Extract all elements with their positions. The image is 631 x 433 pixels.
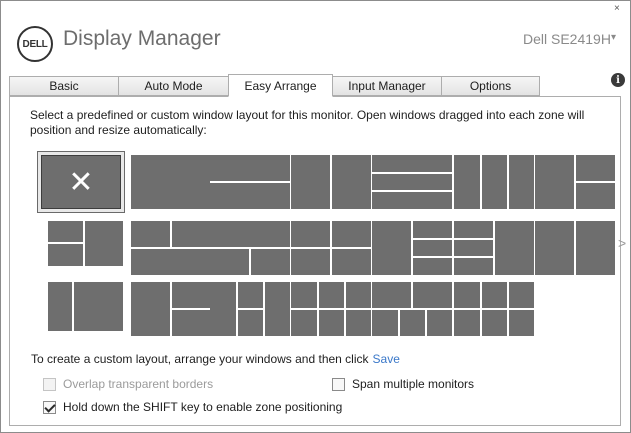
custom-layout-prompt: To create a custom layout, arrange your … xyxy=(31,352,400,366)
layout-option[interactable] xyxy=(210,155,290,209)
layout-option[interactable] xyxy=(372,155,452,209)
info-icon[interactable]: i xyxy=(611,73,625,87)
close-icon[interactable]: × xyxy=(614,3,620,14)
layout-option[interactable] xyxy=(291,155,371,209)
shift-zone-label[interactable]: Hold down the SHIFT key to enable zone p… xyxy=(63,400,342,414)
layout-option[interactable] xyxy=(291,282,371,336)
tab-basic[interactable]: Basic xyxy=(9,76,119,96)
title-bar: DELL Display Manager Dell SE2419H ▾ × xyxy=(1,1,630,69)
overlap-borders-checkbox xyxy=(43,377,56,391)
layout-option[interactable] xyxy=(454,221,534,275)
shift-zone-checkbox[interactable] xyxy=(43,400,56,414)
tab-auto-mode[interactable]: Auto Mode xyxy=(118,76,229,96)
layout-option[interactable] xyxy=(372,221,452,275)
tab-input-manager[interactable]: Input Manager xyxy=(332,76,442,96)
monitor-selector[interactable]: Dell SE2419H xyxy=(523,31,611,47)
layout-option[interactable] xyxy=(210,221,290,275)
display-manager-window: DELL Display Manager Dell SE2419H ▾ × Ba… xyxy=(0,0,631,433)
next-page-arrow-icon[interactable]: > xyxy=(618,235,626,251)
layout-option[interactable] xyxy=(210,282,290,336)
tab-bar: Basic Auto Mode Easy Arrange Input Manag… xyxy=(9,74,621,97)
layout-option[interactable] xyxy=(372,282,452,336)
layout-option[interactable]: ✕ xyxy=(41,155,121,209)
span-monitors-label[interactable]: Span multiple monitors xyxy=(352,377,474,391)
custom-layout-text: To create a custom layout, arrange your … xyxy=(31,352,369,366)
tab-options[interactable]: Options xyxy=(441,76,540,96)
layout-option[interactable] xyxy=(535,221,615,275)
layout-option[interactable] xyxy=(454,282,534,336)
dell-logo: DELL xyxy=(17,26,53,62)
layout-option[interactable] xyxy=(535,155,615,209)
layout-option[interactable] xyxy=(48,282,123,331)
span-monitors-option[interactable]: Span multiple monitors xyxy=(332,377,474,391)
shift-zone-option[interactable]: Hold down the SHIFT key to enable zone p… xyxy=(43,400,342,414)
app-title: Display Manager xyxy=(63,27,221,50)
layout-option[interactable] xyxy=(48,221,123,266)
instructions-text: Select a predefined or custom window lay… xyxy=(30,108,585,137)
layout-option[interactable] xyxy=(131,282,211,336)
close-icon: ✕ xyxy=(68,165,94,199)
overlap-borders-option: Overlap transparent borders xyxy=(43,377,213,391)
tab-easy-arrange[interactable]: Easy Arrange xyxy=(228,74,333,97)
save-link[interactable]: Save xyxy=(373,352,400,366)
chevron-down-icon[interactable]: ▾ xyxy=(611,32,616,43)
overlap-borders-label: Overlap transparent borders xyxy=(63,377,214,391)
layout-option[interactable] xyxy=(131,221,211,275)
layout-option[interactable] xyxy=(454,155,534,209)
layout-option[interactable] xyxy=(291,221,371,275)
span-monitors-checkbox[interactable] xyxy=(332,377,345,391)
layout-option[interactable] xyxy=(131,155,211,209)
